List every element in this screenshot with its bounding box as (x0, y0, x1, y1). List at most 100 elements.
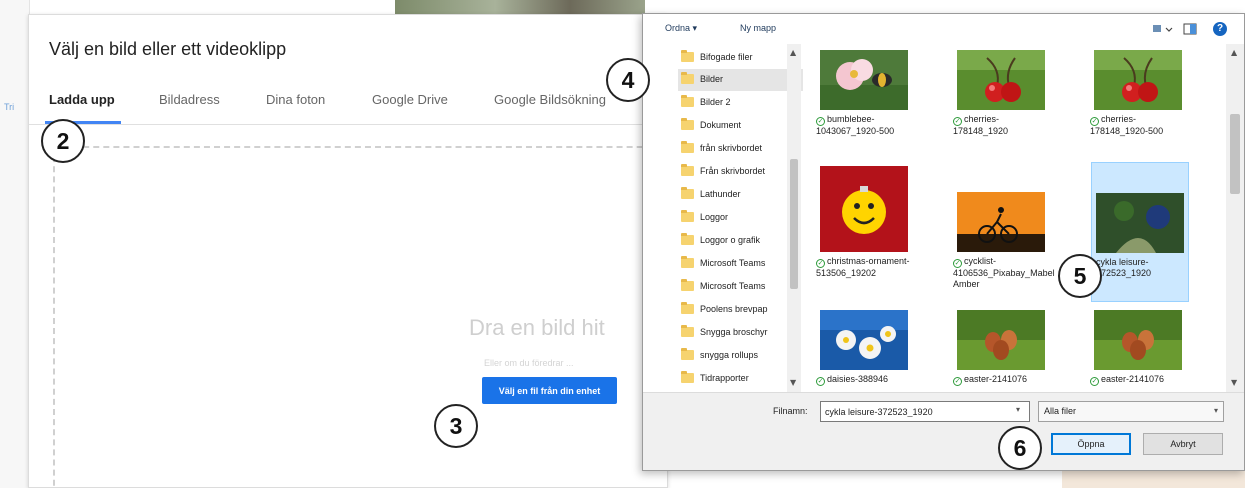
nav-item-microsoft-teams-2[interactable]: Microsoft Teams (678, 276, 803, 298)
file-name: daisies-388946 (827, 374, 889, 384)
chevron-down-icon: ▾ (1213, 406, 1218, 415)
filename-input[interactable] (820, 401, 1030, 422)
file-name: cycklist-4106536_Pixabay_Mabel Amber (953, 256, 1055, 289)
view-options-icon[interactable] (1152, 22, 1174, 40)
open-button[interactable]: Öppna (1051, 433, 1131, 455)
new-folder-button[interactable]: Ny mapp (740, 23, 776, 33)
filetype-select[interactable]: Alla filer ▾ (1038, 401, 1224, 422)
command-bar: Ordna ▾ Ny mapp ? (643, 14, 1244, 44)
nav-item-lathunder[interactable]: Lathunder (678, 184, 803, 206)
folder-icon (681, 325, 694, 337)
scroll-up-icon[interactable]: ▲ (790, 48, 796, 57)
forest-photo-thumbnail (1096, 193, 1184, 253)
folder-icon (681, 256, 694, 268)
file-grid-scroll-thumb[interactable] (1230, 114, 1240, 194)
preview-pane-icon[interactable] (1183, 22, 1197, 40)
nav-item-bilder-2[interactable]: Bilder 2 (678, 92, 803, 114)
eggs-photo-thumbnail (1094, 310, 1182, 370)
picker-title: Välj en bild eller ett videoklipp (49, 39, 287, 59)
filetype-value: Alla filer (1044, 406, 1077, 416)
nav-item-snygga-rollups[interactable]: snygga rollups (678, 345, 803, 367)
tab-google-image-search[interactable]: Google Bildsökning (494, 92, 606, 107)
step-marker-4: 4 (606, 58, 650, 102)
nav-item-dokument[interactable]: Dokument (678, 115, 803, 137)
image-picker-dialog: Välj en bild eller ett videoklipp Ladda … (28, 14, 693, 488)
dialog-footer: Filnamn: ▾ Alla filer ▾ Öppna Avbryt (643, 392, 1244, 470)
folder-icon (681, 302, 694, 314)
nav-item-microsoft-teams[interactable]: Microsoft Teams (678, 253, 803, 275)
folder-icon (681, 141, 694, 153)
select-file-button[interactable]: Välj en fil från din enhet (482, 377, 617, 404)
eggs-photo-thumbnail (957, 310, 1045, 370)
file-name: christmas-ornament-513506_19202 (816, 256, 910, 278)
file-name: bumblebee-1043067_1920-500 (816, 114, 895, 136)
tab-image-url[interactable]: Bildadress (159, 92, 220, 107)
file-item-selected[interactable]: cykla leisure-372523_1920 (1091, 162, 1189, 302)
nav-item-snygga-broschyrer[interactable]: Snygga broschyr (678, 322, 803, 344)
chevron-down-icon[interactable]: ▾ (1016, 405, 1020, 414)
folder-icon (681, 187, 694, 199)
folder-icon (681, 371, 694, 383)
file-grid-scrollbar[interactable]: ▲ ▼ (1226, 44, 1244, 392)
cherries-photo-thumbnail (957, 50, 1045, 110)
picker-tabs: Ladda upp Bildadress Dina foton Google D… (29, 89, 669, 125)
nav-item-fran-skrivbordet-2[interactable]: Från skrivbordet (678, 161, 803, 183)
step-marker-6: 6 (998, 426, 1042, 470)
sync-ok-icon: ✓ (1090, 377, 1099, 386)
folder-icon (681, 95, 694, 107)
nav-item-fran-skrivbordet[interactable]: från skrivbordet (678, 138, 803, 160)
scroll-down-icon[interactable]: ▼ (1231, 378, 1237, 387)
file-name: cherries-178148_1920 (953, 114, 1009, 136)
nav-item-bifogade-filer[interactable]: Bifogade filer (678, 47, 803, 69)
nav-item-poolens-brevpapper[interactable]: Poolens brevpap (678, 299, 803, 321)
file-open-dialog: Ordna ▾ Ny mapp ? Bifogade filer Bilder … (642, 13, 1245, 471)
sync-ok-icon: ✓ (1090, 117, 1099, 126)
drop-hint: Dra en bild hit (469, 315, 605, 340)
folder-icon (681, 164, 694, 176)
ornament-photo-thumbnail (820, 166, 908, 252)
file-item[interactable]: ✓ easter-2141076 (947, 306, 1057, 392)
background-photo (395, 0, 645, 14)
tab-your-photos[interactable]: Dina foton (266, 92, 325, 107)
step-marker-2: 2 (41, 119, 85, 163)
sync-ok-icon: ✓ (953, 117, 962, 126)
scroll-down-icon[interactable]: ▼ (790, 378, 796, 387)
scroll-up-icon[interactable]: ▲ (1231, 48, 1237, 57)
file-item[interactable]: ✓ christmas-ornament-513506_19202 (810, 162, 920, 312)
or-hint: Eller om du föredrar ... (484, 358, 574, 368)
cancel-button[interactable]: Avbryt (1143, 433, 1223, 455)
file-name: easter-2141076 (964, 374, 1028, 384)
sync-ok-icon: ✓ (816, 377, 825, 386)
nav-scrollbar[interactable]: ▲ ▼ (787, 44, 801, 392)
nav-item-loggor-o-grafik[interactable]: Loggor o grafik (678, 230, 803, 252)
file-item[interactable]: ✓ cycklist-4106536_Pixabay_Mabel Amber (947, 162, 1057, 312)
sync-ok-icon: ✓ (816, 259, 825, 268)
file-grid: ✓ bumblebee-1043067_1920-500 ✓ cherries-17… (808, 44, 1226, 392)
tab-google-drive[interactable]: Google Drive (372, 92, 448, 107)
tab-upload[interactable]: Ladda upp (49, 92, 115, 107)
nav-scroll-thumb[interactable] (790, 159, 798, 289)
folder-icon (681, 50, 694, 62)
cyclist-photo-thumbnail (957, 192, 1045, 252)
file-item[interactable]: ✓ daisies-388946 (810, 306, 920, 392)
background-page-strip: Tri (0, 0, 30, 488)
sync-ok-icon: ✓ (953, 377, 962, 386)
flower-photo-thumbnail (820, 50, 908, 110)
daisies-photo-thumbnail (820, 310, 908, 370)
upload-dropzone[interactable]: Dra en bild hit Eller om du föredrar ...… (53, 146, 693, 488)
folder-icon (681, 348, 694, 360)
filename-label: Filnamn: (773, 406, 808, 416)
sync-ok-icon: ✓ (816, 117, 825, 126)
folder-icon (681, 118, 694, 130)
help-icon[interactable]: ? (1213, 22, 1227, 36)
cherries-photo-thumbnail (1094, 50, 1182, 110)
nav-item-loggor[interactable]: Loggor (678, 207, 803, 229)
nav-item-tidrapporter[interactable]: Tidrapporter (678, 368, 803, 390)
folder-icon (681, 233, 694, 245)
file-item[interactable]: ✓ easter-2141076 (1084, 306, 1194, 392)
sync-ok-icon: ✓ (953, 259, 962, 268)
folder-navigation: Bifogade filer Bilder Bilder 2 Dokument … (678, 44, 803, 392)
file-name: cykla leisure-372523_1920 (1096, 257, 1152, 278)
nav-item-bilder[interactable]: Bilder (678, 69, 803, 91)
organize-menu[interactable]: Ordna ▾ (665, 23, 697, 34)
